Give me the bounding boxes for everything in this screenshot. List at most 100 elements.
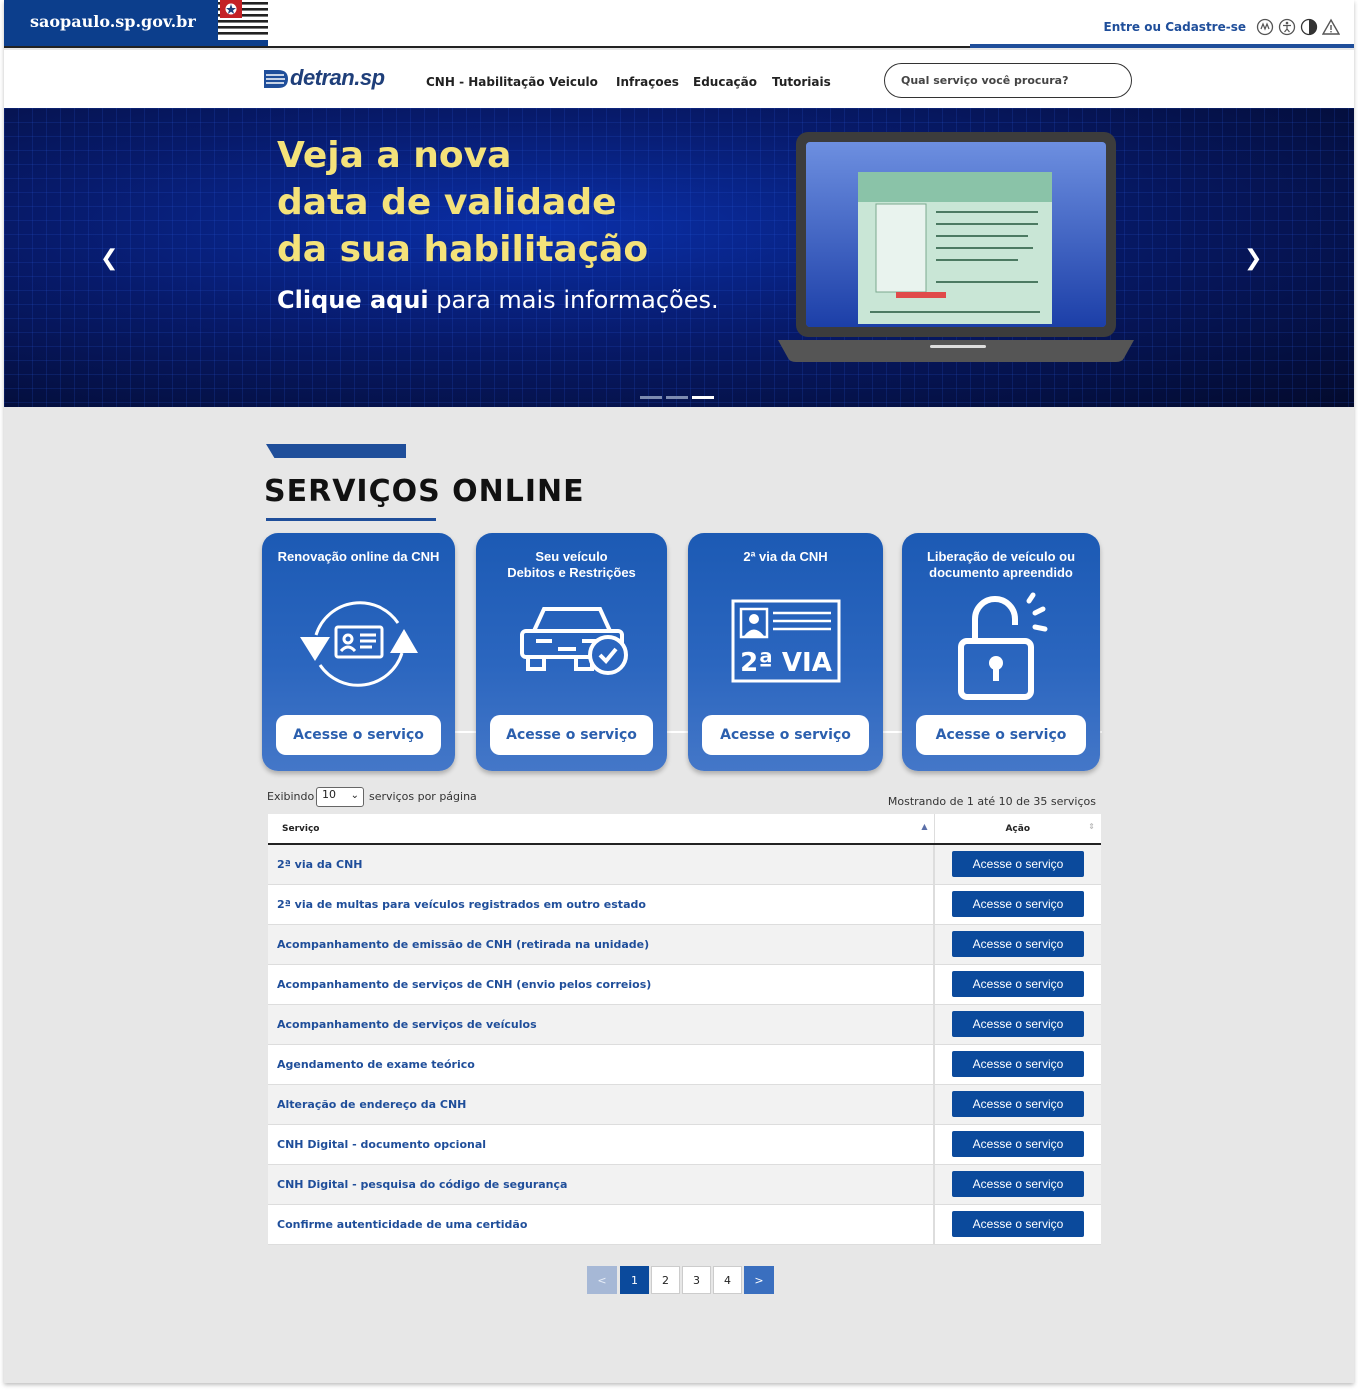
warning-icon[interactable]: [1322, 18, 1340, 36]
table-info: Mostrando de 1 até 10 de 35 serviços: [887, 795, 1096, 808]
service-link[interactable]: CNH Digital - pesquisa do código de segu…: [268, 1164, 935, 1205]
pagination-page-1[interactable]: 1: [620, 1266, 649, 1294]
login-link[interactable]: Entre ou Cadastre-se: [1104, 20, 1246, 34]
service-link[interactable]: 2ª via de multas para veículos registrad…: [268, 884, 935, 925]
main-nav: detran.sp CNH - Habilitação Veiculo Infr…: [4, 50, 1354, 108]
page-length-select[interactable]: 10 ⌄: [316, 787, 364, 807]
pagination-page-4[interactable]: 4: [713, 1266, 742, 1294]
section-title-underline: [266, 518, 436, 521]
carousel-dot-active[interactable]: [692, 396, 714, 399]
action-cell: Acesse o serviço: [934, 1004, 1101, 1045]
carousel-prev-button[interactable]: ❮: [100, 246, 118, 271]
accessibility-icon[interactable]: [1278, 18, 1296, 36]
nav-link-cnh[interactable]: CNH - Habilitação: [426, 75, 545, 89]
table-row: Acompanhamento de serviços de CNH (envio…: [268, 964, 1101, 1005]
table-row: Agendamento de exame teórico Acesse o ser…: [268, 1044, 1101, 1085]
service-card-veiculo[interactable]: Seu veículo Debitos e Restrições Acesse …: [476, 533, 667, 771]
sort-icon: ⇕: [1088, 822, 1095, 831]
access-service-button[interactable]: Acesse o serviço: [952, 1131, 1084, 1157]
table-row: 2ª via da CNH Acesse o serviço: [268, 844, 1101, 885]
access-service-button[interactable]: Acesse o serviço: [952, 1091, 1084, 1117]
access-service-button[interactable]: Acesse o serviço: [952, 1051, 1084, 1077]
column-header-action-label: Ação: [1005, 823, 1031, 834]
hero-banner[interactable]: Veja a nova data de validade da sua habi…: [4, 108, 1354, 407]
action-cell: Acesse o serviço: [934, 1124, 1101, 1165]
carousel-dot[interactable]: [666, 396, 688, 399]
action-cell: Acesse o serviço: [934, 1204, 1101, 1245]
table-row: CNH Digital - documento opcional Acesse o…: [268, 1124, 1101, 1165]
action-cell: Acesse o serviço: [934, 884, 1101, 925]
carousel-dot[interactable]: [640, 396, 662, 399]
card-access-button[interactable]: Acesse o serviço: [916, 715, 1086, 755]
access-service-button[interactable]: Acesse o serviço: [952, 931, 1084, 957]
column-header-service[interactable]: Serviço ▲: [268, 814, 935, 845]
card-title: 2ª via da CNH: [743, 549, 828, 564]
nav-link-infracoes[interactable]: Infraçoes: [616, 75, 679, 89]
access-service-button[interactable]: Acesse o serviço: [952, 1011, 1084, 1037]
access-service-button[interactable]: Acesse o serviço: [952, 891, 1084, 917]
pagination-page-3[interactable]: 3: [682, 1266, 711, 1294]
hero-line-1: Veja a nova: [277, 135, 512, 176]
action-cell: Acesse o serviço: [934, 1084, 1101, 1125]
hero-background: [4, 108, 1354, 407]
table-row: 2ª via de multas para veículos registrad…: [268, 884, 1101, 925]
card-title: Seu veículo Debitos e Restrições: [507, 549, 636, 580]
page-length-suffix: serviços por página: [369, 790, 477, 803]
gov-logo[interactable]: saopaulo.sp.gov.br: [4, 0, 268, 46]
hero-cta[interactable]: Clique aqui para mais informações.: [277, 286, 719, 314]
access-service-button[interactable]: Acesse o serviço: [952, 1171, 1084, 1197]
unlock-icon: [958, 592, 1048, 700]
hero-cta-rest: para mais informações.: [428, 286, 719, 314]
action-cell: Acesse o serviço: [934, 844, 1101, 885]
service-card-segunda-via[interactable]: 2ª via da CNH 2ª VIA Acesse o serviço: [688, 533, 883, 771]
service-link[interactable]: Confirme autenticidade de uma certidão: [268, 1204, 935, 1245]
service-card-renovacao[interactable]: Renovação online da CNH Acesse o serviço: [262, 533, 455, 771]
service-link[interactable]: Alteração de endereço da CNH: [268, 1084, 935, 1125]
service-link[interactable]: Agendamento de exame teórico: [268, 1044, 935, 1085]
access-service-button[interactable]: Acesse o serviço: [952, 851, 1084, 878]
action-cell: Acesse o serviço: [934, 924, 1101, 965]
services-table: Serviço ▲ Ação ⇕ 2ª via da CNH Acesse o ser…: [268, 814, 1101, 1245]
access-service-button[interactable]: Acesse o serviço: [952, 1211, 1084, 1237]
nav-link-educacao[interactable]: Educação: [693, 75, 757, 89]
pagination-prev-button[interactable]: <: [587, 1266, 617, 1294]
carousel-next-button[interactable]: ❯: [1244, 246, 1262, 271]
contrast-icon[interactable]: [1300, 18, 1318, 36]
column-header-action[interactable]: Ação ⇕: [934, 814, 1101, 845]
nav-link-tutoriais[interactable]: Tutoriais: [772, 75, 831, 89]
sort-asc-icon: ▲: [921, 822, 928, 831]
table-row: Alteração de endereço da CNH Acesse o ser…: [268, 1084, 1101, 1125]
detran-logo[interactable]: detran.sp: [262, 64, 385, 94]
section-title: SERVIÇOS ONLINE: [264, 474, 585, 509]
page-length-label: Exibindo: [267, 790, 315, 803]
action-cell: Acesse o serviço: [934, 1044, 1101, 1085]
page-frame: saopaulo.sp.gov.br Entre ou Cadastre-se: [4, 0, 1354, 1383]
table-row: Acompanhamento de serviços de veículos Ac…: [268, 1004, 1101, 1045]
car-check-icon: [519, 607, 628, 675]
action-cell: Acesse o serviço: [934, 964, 1101, 1005]
card-access-button[interactable]: Acesse o serviço: [702, 715, 869, 755]
service-link[interactable]: Acompanhamento de emissão de CNH (retira…: [268, 924, 935, 965]
chevron-down-icon: ⌄: [350, 790, 359, 801]
hero-line-3: da sua habilitação: [277, 229, 649, 270]
carousel-indicators: [640, 384, 718, 403]
service-card-liberacao[interactable]: Liberação de veículo ou documento apreen…: [902, 533, 1100, 771]
pagination-page-2[interactable]: 2: [651, 1266, 680, 1294]
service-link[interactable]: Acompanhamento de serviços de CNH (envio…: [268, 964, 935, 1005]
laptop-cnh-illustration: [778, 132, 1134, 362]
card-access-button[interactable]: Acesse o serviço: [490, 715, 653, 755]
service-link[interactable]: CNH Digital - documento opcional: [268, 1124, 935, 1165]
second-copy-icon: 2ª VIA: [731, 599, 840, 683]
access-service-button[interactable]: Acesse o serviço: [952, 971, 1084, 997]
sign-language-icon[interactable]: [1256, 18, 1274, 36]
brand-name: detran.sp: [290, 65, 385, 90]
header-accent-line: [970, 44, 1354, 48]
nav-link-veiculo[interactable]: Veiculo: [549, 75, 598, 89]
action-cell: Acesse o serviço: [934, 1164, 1101, 1205]
card-access-button[interactable]: Acesse o serviço: [276, 715, 441, 755]
service-link[interactable]: 2ª via da CNH: [268, 844, 935, 885]
column-header-service-label: Serviço: [282, 823, 320, 834]
service-link[interactable]: Acompanhamento de serviços de veículos: [268, 1004, 935, 1045]
search-input[interactable]: [884, 63, 1132, 98]
pagination-next-button[interactable]: >: [744, 1266, 774, 1294]
